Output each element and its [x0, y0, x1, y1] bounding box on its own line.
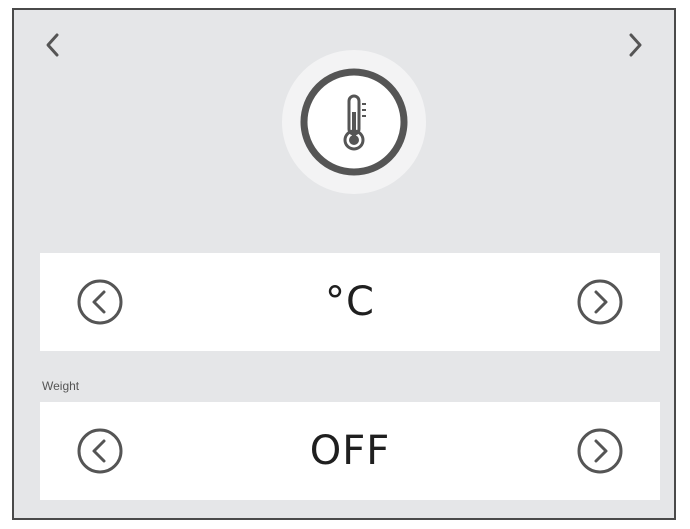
unit-value: °C	[325, 279, 375, 325]
thermometer-icon	[300, 68, 408, 176]
settings-panel: °C Weight OFF	[12, 8, 676, 520]
weight-label: Weight	[42, 379, 80, 393]
unit-decrease-button[interactable]	[74, 276, 126, 328]
circle-chevron-right-icon	[577, 279, 623, 325]
weight-selector: OFF	[40, 402, 660, 500]
temperature-badge	[282, 50, 426, 194]
unit-increase-button[interactable]	[574, 276, 626, 328]
circle-chevron-right-icon	[577, 428, 623, 474]
weight-value: OFF	[309, 428, 391, 474]
unit-selector: °C	[40, 253, 660, 351]
nav-prev-button[interactable]	[38, 28, 66, 62]
nav-next-button[interactable]	[622, 28, 650, 62]
weight-increase-button[interactable]	[574, 425, 626, 477]
weight-decrease-button[interactable]	[74, 425, 126, 477]
chevron-right-icon	[629, 33, 642, 57]
chevron-left-icon	[46, 33, 59, 57]
circle-chevron-left-icon	[77, 279, 123, 325]
circle-chevron-left-icon	[77, 428, 123, 474]
